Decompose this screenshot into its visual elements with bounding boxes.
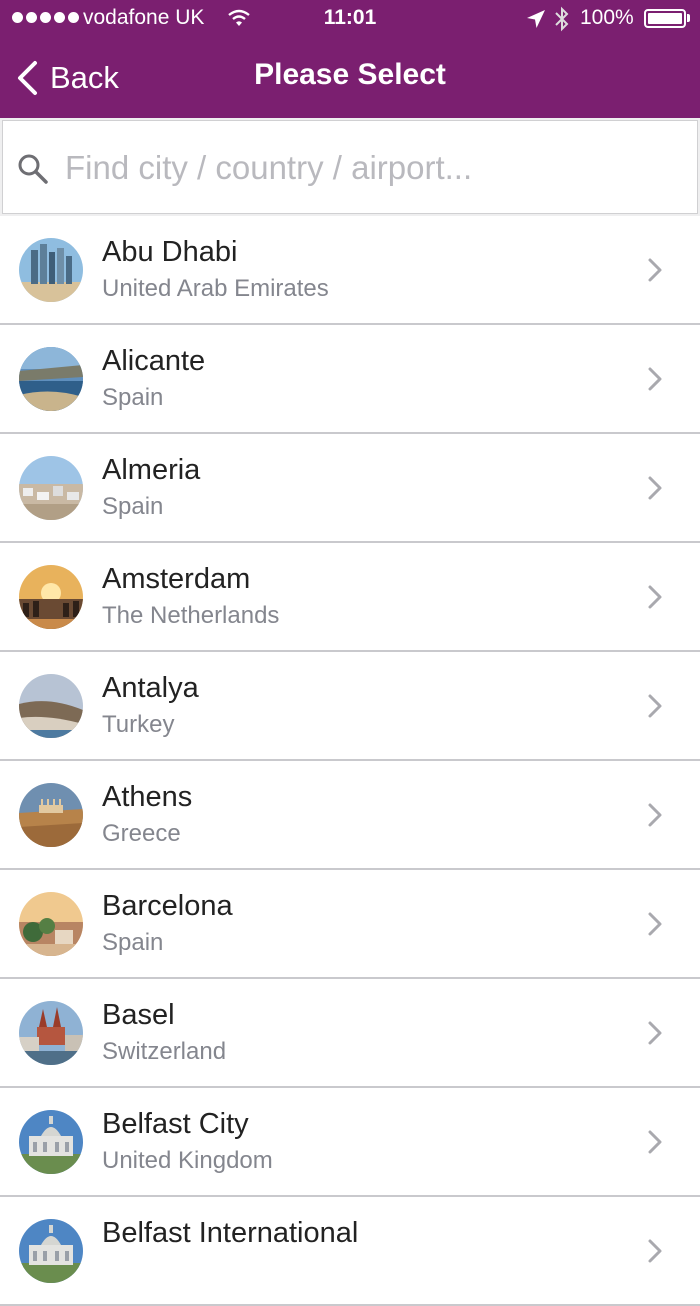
chevron-right-icon — [648, 1021, 662, 1045]
destination-city: Barcelona — [102, 890, 233, 922]
destination-row[interactable]: Basel Switzerland — [0, 979, 700, 1088]
athens-acropolis-thumbnail — [19, 783, 83, 847]
destination-row[interactable]: Alicante Spain — [0, 325, 700, 434]
destination-row[interactable]: Belfast City United Kingdom — [0, 1088, 700, 1197]
destination-city: Almeria — [102, 454, 201, 486]
alicante-coast-thumbnail — [19, 347, 83, 411]
destination-row[interactable]: Antalya Turkey — [0, 652, 700, 761]
battery-level — [648, 13, 682, 24]
bluetooth-icon — [555, 6, 569, 32]
chevron-right-icon — [648, 367, 662, 391]
destination-list: Abu Dhabi United Arab Emirates Alicante Spa… — [0, 216, 700, 1306]
basel-cathedral-thumbnail — [19, 1001, 83, 1065]
destination-row[interactable]: Almeria Spain — [0, 434, 700, 543]
abu-dhabi-skyline-thumbnail — [19, 238, 83, 302]
search-bar — [0, 118, 700, 216]
destination-row[interactable]: Barcelona Spain — [0, 870, 700, 979]
amsterdam-canal-thumbnail — [19, 565, 83, 629]
page-title: Please Select — [254, 58, 446, 91]
search-icon — [18, 154, 48, 184]
destination-row[interactable]: Abu Dhabi United Arab Emirates — [0, 216, 700, 325]
destination-row[interactable]: Athens Greece — [0, 761, 700, 870]
destination-city: Alicante — [102, 345, 206, 377]
battery-percent: 100% — [580, 6, 634, 29]
barcelona-park-thumbnail — [19, 892, 83, 956]
destination-row[interactable]: Belfast International — [0, 1197, 700, 1306]
belfast-city-hall-thumbnail — [19, 1219, 83, 1283]
chevron-right-icon — [648, 1130, 662, 1154]
belfast-city-hall-thumbnail — [19, 1110, 83, 1174]
chevron-right-icon — [648, 803, 662, 827]
destination-country: The Netherlands — [102, 602, 280, 629]
location-arrow-icon — [527, 10, 545, 28]
destination-city: Basel — [102, 999, 175, 1031]
destination-country: Greece — [102, 820, 181, 847]
chevron-right-icon — [648, 694, 662, 718]
destination-country: Switzerland — [102, 1038, 227, 1065]
navigation-bar: Back Please Select — [0, 38, 700, 118]
battery-icon — [644, 9, 686, 28]
chevron-right-icon — [648, 912, 662, 936]
chevron-right-icon — [648, 258, 662, 282]
destination-country: United Arab Emirates — [102, 275, 329, 302]
destination-country: Turkey — [102, 711, 175, 738]
destination-city: Antalya — [102, 672, 199, 704]
destination-city: Belfast International — [102, 1217, 359, 1249]
destination-row[interactable]: Amsterdam The Netherlands — [0, 543, 700, 652]
chevron-right-icon — [648, 476, 662, 500]
destination-city: Athens — [102, 781, 193, 813]
search-box[interactable] — [2, 120, 698, 214]
destination-country: United Kingdom — [102, 1147, 273, 1174]
destination-country: Spain — [102, 493, 164, 520]
chevron-right-icon — [648, 585, 662, 609]
almeria-town-thumbnail — [19, 456, 83, 520]
search-input[interactable] — [65, 145, 665, 191]
status-bar: vodafone UK 11:01 100% — [0, 0, 700, 38]
destination-country: Spain — [102, 384, 164, 411]
antalya-cliffs-thumbnail — [19, 674, 83, 738]
app-header: vodafone UK 11:01 100% Back Please Selec… — [0, 0, 700, 118]
battery-nub — [687, 14, 690, 22]
chevron-right-icon — [648, 1239, 662, 1263]
destination-city: Amsterdam — [102, 563, 251, 595]
destination-city: Belfast City — [102, 1108, 249, 1140]
destination-city: Abu Dhabi — [102, 236, 238, 268]
destination-country: Spain — [102, 929, 164, 956]
